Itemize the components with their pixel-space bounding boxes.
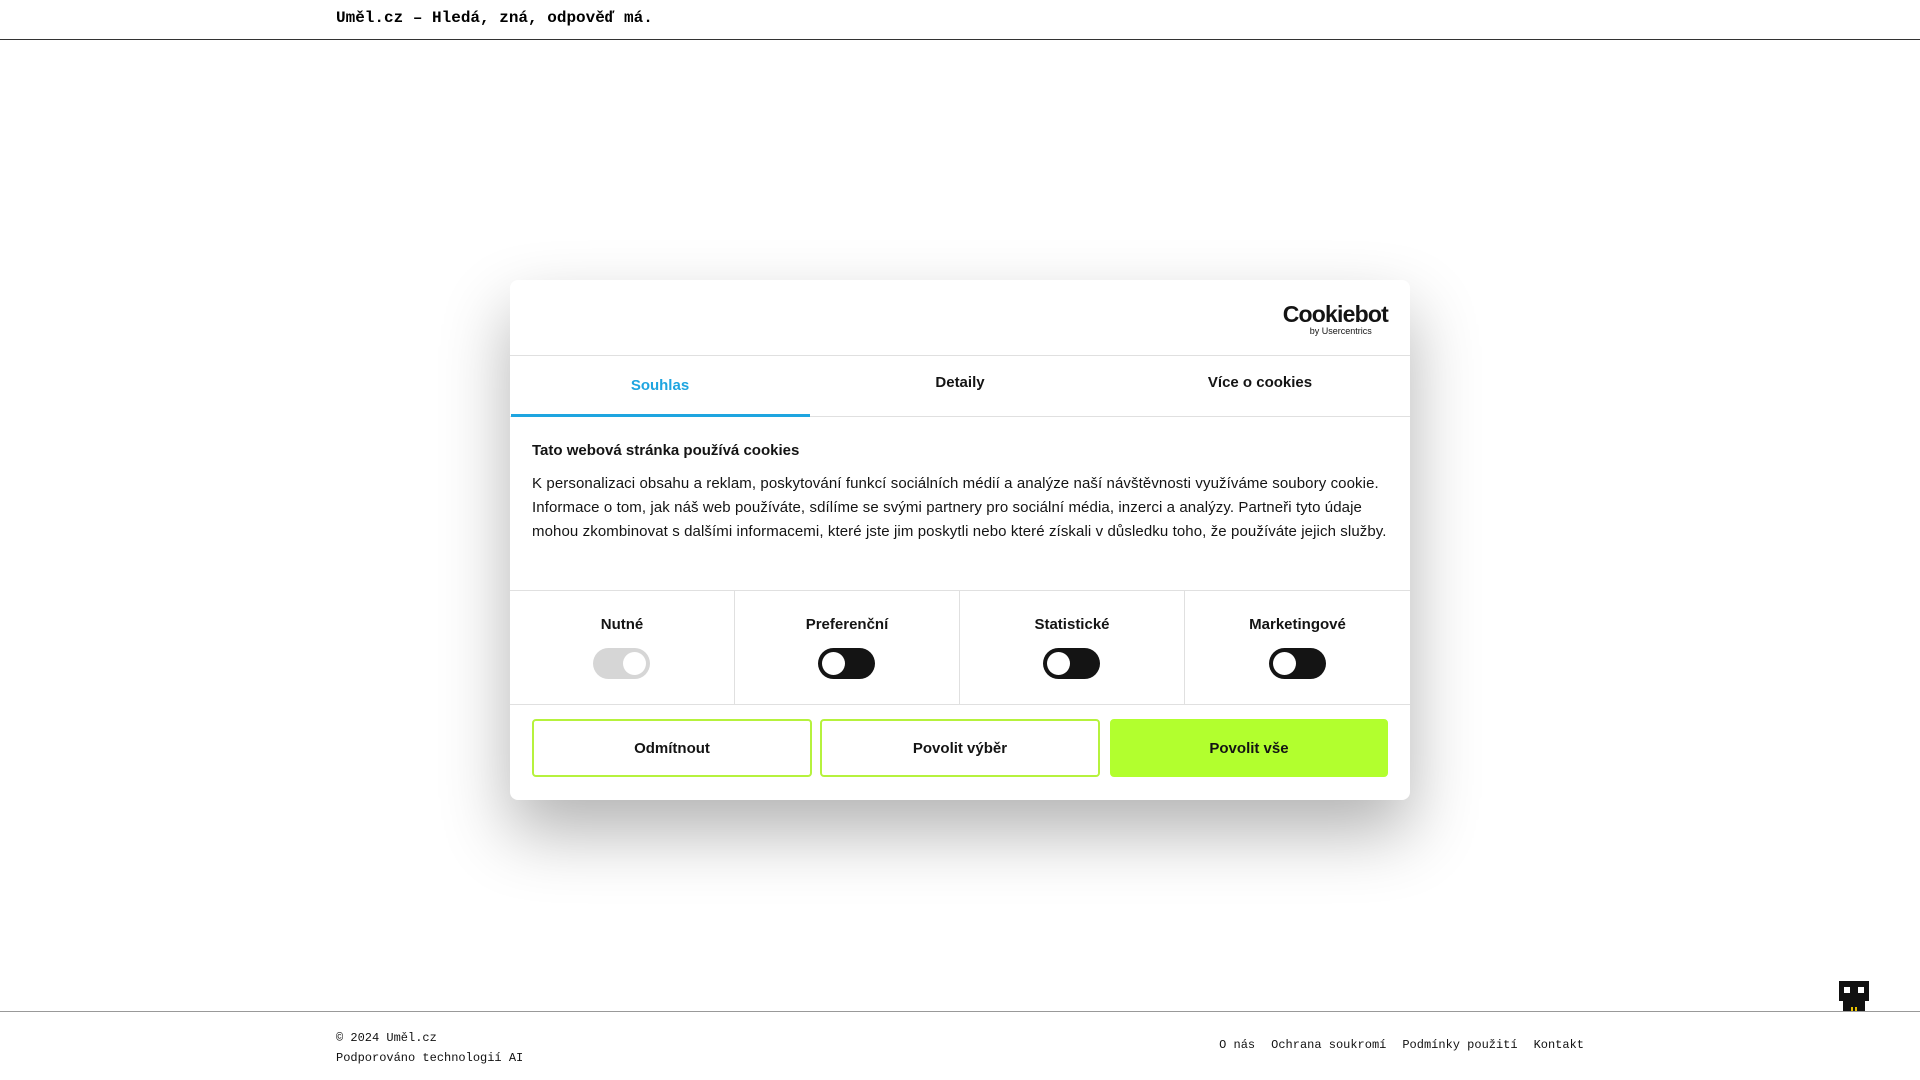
site-header: Uměl.cz – Hledá, zná, odpověď má. (0, 0, 1920, 40)
tab-label: Detaily (935, 374, 985, 391)
consent-categories: Nutné Preferenční Statistické Marketingo… (510, 590, 1410, 705)
dialog-header: Cookiebot by Usercentrics (510, 280, 1410, 356)
decline-button[interactable]: Odmítnout (532, 719, 812, 777)
cookiebot-logo[interactable]: Cookiebot by Usercentrics (1282, 301, 1389, 336)
footer-link-kontakt[interactable]: Kontakt (1534, 1038, 1584, 1052)
powered-by-text: Podporováno technologií AI (336, 1051, 524, 1065)
category-preferencni: Preferenční (735, 591, 960, 704)
copyright-text: © 2024 Uměl.cz (336, 1031, 437, 1045)
tab-souhlas[interactable]: Souhlas (510, 356, 810, 417)
marketingove-toggle[interactable] (1268, 648, 1326, 679)
category-label: Statistické (1034, 616, 1110, 633)
tab-detaily[interactable]: Detaily (810, 356, 1110, 416)
footer-link-ochrana-soukromi[interactable]: Ochrana soukromí (1271, 1038, 1386, 1052)
category-label: Preferenční (805, 616, 889, 633)
category-nutne: Nutné (510, 591, 735, 704)
nutne-toggle (593, 648, 650, 679)
toggle-knob (1047, 652, 1070, 675)
preferencni-toggle[interactable] (818, 648, 875, 679)
site-title[interactable]: Uměl.cz – Hledá, zná, odpověď má. (336, 9, 653, 27)
consent-body: Tato webová stránka používá cookies K pe… (532, 442, 1392, 544)
cookiebot-logo-sub: by Usercentrics (1309, 326, 1372, 336)
toggle-knob (623, 652, 646, 675)
footer-info: © 2024 Uměl.cz Podporováno technologií A… (336, 1028, 523, 1068)
toggle-knob (822, 652, 845, 675)
robot-mascot-icon[interactable] (1839, 981, 1869, 1013)
allow-selection-button[interactable]: Povolit výběr (820, 719, 1100, 777)
category-marketingove: Marketingové (1185, 591, 1410, 704)
category-label: Nutné (600, 616, 644, 633)
footer-link-o-nas[interactable]: O nás (1219, 1038, 1255, 1052)
consent-buttons: Odmítnout Povolit výběr Povolit vše (532, 719, 1388, 777)
cookie-consent-dialog: Cookiebot by Usercentrics Souhlas Detail… (510, 280, 1410, 800)
tab-label: Více o cookies (1207, 374, 1313, 391)
allow-all-button[interactable]: Povolit vše (1110, 719, 1388, 777)
consent-heading: Tato webová stránka používá cookies (532, 442, 800, 459)
tab-vice-o-cookies[interactable]: Více o cookies (1110, 356, 1410, 416)
consent-tabs: Souhlas Detaily Více o cookies (510, 356, 1410, 417)
tab-label: Souhlas (630, 377, 690, 394)
consent-description: K personalizaci obsahu a reklam, poskyto… (532, 475, 1387, 540)
footer-nav: O nás Ochrana soukromí Podmínky použití … (1219, 1038, 1584, 1052)
footer-link-podminky-pouziti[interactable]: Podmínky použití (1402, 1038, 1517, 1052)
category-statisticke: Statistické (960, 591, 1185, 704)
category-label: Marketingové (1249, 616, 1346, 633)
cookiebot-logo-brand: Cookiebot (1282, 301, 1389, 327)
toggle-knob (1272, 652, 1296, 675)
site-footer: © 2024 Uměl.cz Podporováno technologií A… (0, 1011, 1920, 1080)
statisticke-toggle[interactable] (1043, 648, 1100, 679)
